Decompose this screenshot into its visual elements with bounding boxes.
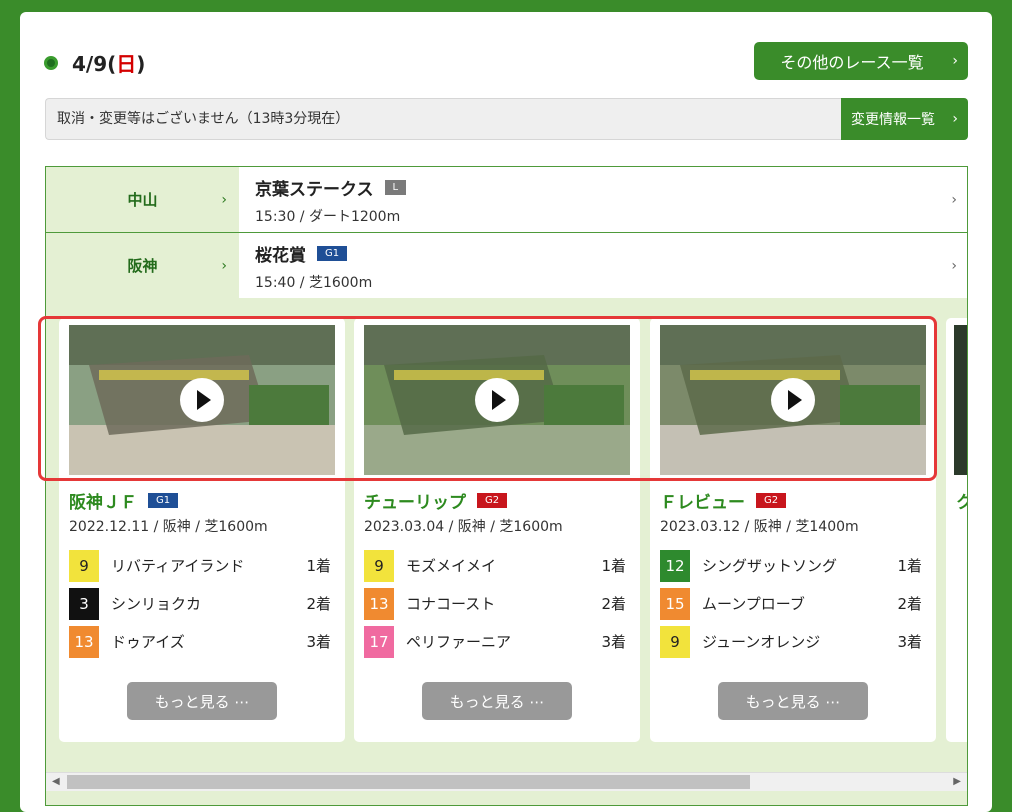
race-detail: 15:40 / 芝1600m <box>255 275 373 291</box>
horse-number: 13 <box>364 588 394 620</box>
video-detail: 2023.03.12 / 阪神 / 芝1400m <box>660 519 859 535</box>
horse-name: リバティアイランド <box>111 557 245 575</box>
result-row: 9 モズメイメイ 1着 <box>364 550 626 582</box>
finish-place: 3着 <box>601 633 626 651</box>
horse-number: 17 <box>364 626 394 658</box>
horse-name: ムーンプローブ <box>702 595 805 613</box>
partial-video-card[interactable]: ク <box>946 318 967 742</box>
grade-badge: G1 <box>317 246 348 261</box>
horse-name: シングザットソング <box>702 557 838 575</box>
chevron-right-icon: › <box>951 191 957 208</box>
more-button[interactable]: もっと見る ⋯ <box>127 682 277 720</box>
video-title[interactable]: チューリップ <box>364 488 466 513</box>
race-row-nakayama[interactable]: 中山 › 京葉ステークス L 15:30 / ダート1200m › <box>46 167 967 233</box>
venue-label[interactable]: 中山 › <box>46 167 239 232</box>
horse-name: ジューンオレンジ <box>702 633 821 651</box>
finish-place: 2着 <box>897 595 922 613</box>
finish-place: 2着 <box>601 595 626 613</box>
finish-place: 3着 <box>897 633 922 651</box>
other-races-button[interactable]: その他のレース一覧 › <box>754 42 968 80</box>
grade-badge: L <box>384 180 407 195</box>
video-highlight-box <box>38 316 937 481</box>
grade-badge: G2 <box>756 493 787 508</box>
chevron-right-icon: › <box>952 111 958 127</box>
more-button[interactable]: もっと見る ⋯ <box>718 682 868 720</box>
horse-name: モズメイメイ <box>406 557 497 575</box>
result-row: 17 ペリファーニア 3着 <box>364 626 626 658</box>
horse-number: 3 <box>69 588 99 620</box>
venue-label[interactable]: 阪神 › <box>46 233 239 298</box>
horizontal-scrollbar[interactable]: ◀ ▶ <box>46 772 967 791</box>
result-row: 9 リバティアイランド 1着 <box>69 550 331 582</box>
race-row-hanshin[interactable]: 阪神 › 桜花賞 G1 15:40 / 芝1600m › <box>46 233 967 298</box>
finish-place: 2着 <box>306 595 331 613</box>
horse-number: 9 <box>660 626 690 658</box>
date-dot-icon <box>44 55 58 70</box>
date-label: 4/9(日) <box>72 52 146 76</box>
result-row: 13 コナコースト 2着 <box>364 588 626 620</box>
grade-badge: G1 <box>148 493 179 508</box>
horse-name: ペリファーニア <box>406 633 512 651</box>
scroll-right-icon[interactable]: ▶ <box>953 776 961 787</box>
chevron-right-icon: › <box>221 191 227 208</box>
finish-place: 3着 <box>306 633 331 651</box>
more-button[interactable]: もっと見る ⋯ <box>422 682 572 720</box>
video-detail: 2022.12.11 / 阪神 / 芝1600m <box>69 519 268 535</box>
scrollbar-thumb[interactable] <box>67 775 750 789</box>
race-name: 京葉ステークス <box>255 180 374 200</box>
chevron-right-icon: › <box>221 257 227 274</box>
scroll-left-icon[interactable]: ◀ <box>52 776 60 787</box>
video-title[interactable]: Ｆレビュー <box>660 488 745 513</box>
result-row: 3 シンリョクカ 2着 <box>69 588 331 620</box>
race-detail: 15:30 / ダート1200m <box>255 209 401 225</box>
horse-number: 15 <box>660 588 690 620</box>
race-name: 桜花賞 <box>255 246 306 266</box>
change-info-button[interactable]: 変更情報一覧 › <box>841 98 968 140</box>
finish-place: 1着 <box>897 557 922 575</box>
horse-name: ドゥアイズ <box>111 633 185 651</box>
horse-name: コナコースト <box>406 595 496 613</box>
notice-bar: 取消・変更等はございません（13時3分現在） <box>45 98 841 140</box>
horse-number: 12 <box>660 550 690 582</box>
race-info: 京葉ステークス L 15:30 / ダート1200m <box>255 175 407 226</box>
result-row: 15 ムーンプローブ 2着 <box>660 588 922 620</box>
video-title[interactable]: 阪神ＪＦ <box>69 488 137 513</box>
race-info: 桜花賞 G1 15:40 / 芝1600m <box>255 241 372 292</box>
race-list: 中山 › 京葉ステークス L 15:30 / ダート1200m › 阪神 › 桜花賞 G… <box>45 166 968 806</box>
result-row: 12 シングザットソング 1着 <box>660 550 922 582</box>
video-detail: 2023.03.04 / 阪神 / 芝1600m <box>364 519 563 535</box>
horse-number: 13 <box>69 626 99 658</box>
horse-number: 9 <box>69 550 99 582</box>
finish-place: 1着 <box>601 557 626 575</box>
grade-badge: G2 <box>477 493 508 508</box>
chevron-right-icon: › <box>951 257 957 274</box>
finish-place: 1着 <box>306 557 331 575</box>
date-header: 4/9(日) <box>44 48 145 77</box>
horse-name: シンリョクカ <box>111 595 202 613</box>
horse-number: 9 <box>364 550 394 582</box>
result-row: 9 ジューンオレンジ 3着 <box>660 626 922 658</box>
chevron-right-icon: › <box>952 53 958 69</box>
result-row: 13 ドゥアイズ 3着 <box>69 626 331 658</box>
